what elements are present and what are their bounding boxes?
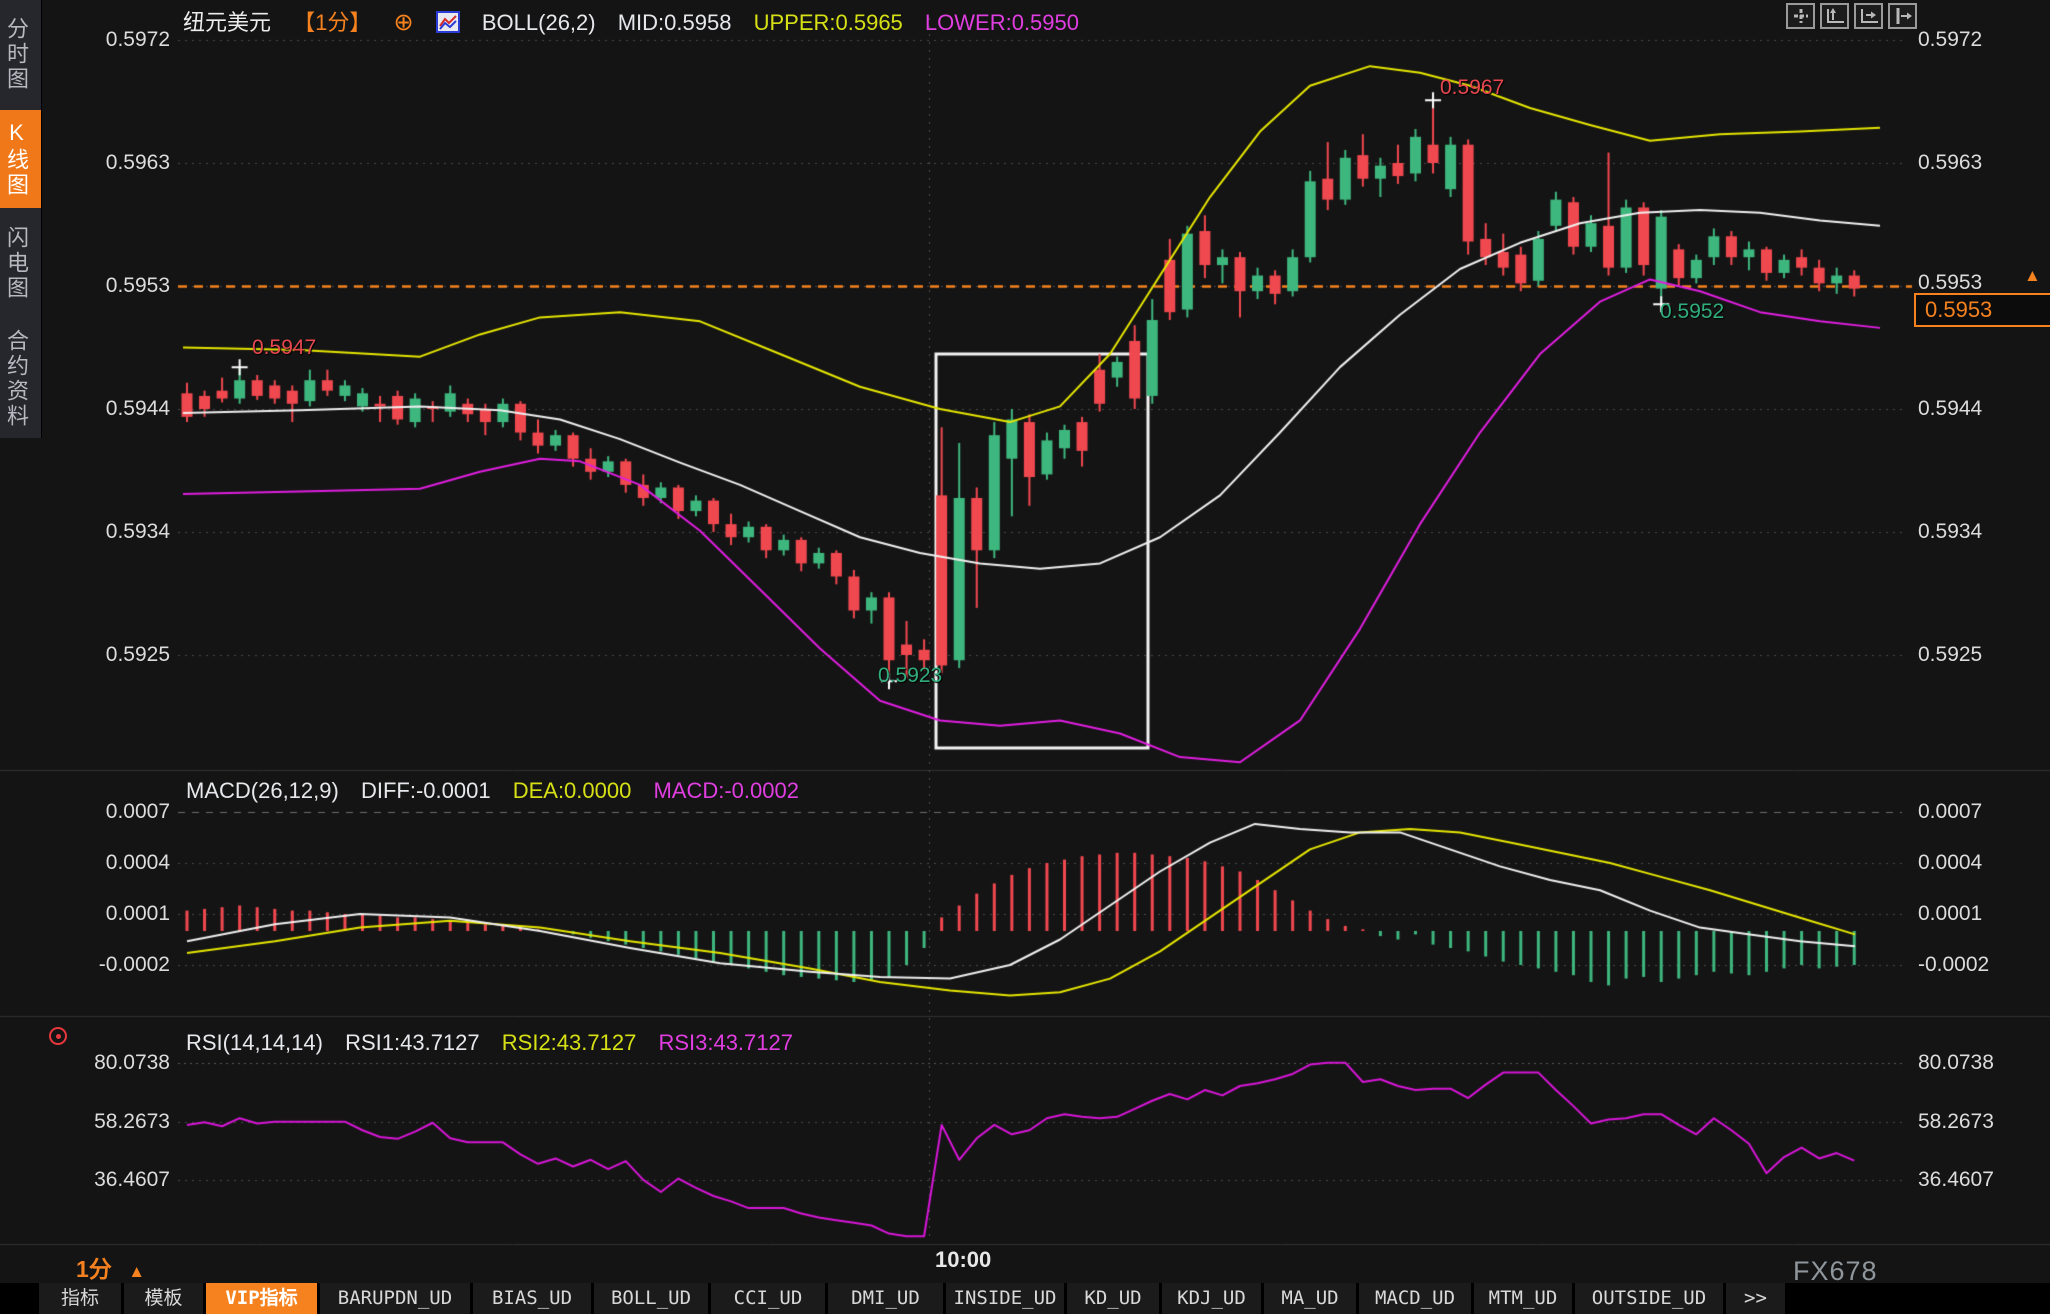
macd-axis-right-label: 0.0007 — [1918, 800, 1983, 823]
footer-period-label[interactable]: 1分 — [76, 1256, 112, 1282]
rsi-axis-left-label: 80.0738 — [94, 1051, 170, 1074]
boll-mid-value: MID:0.5958 — [617, 10, 732, 35]
macd-axis-left-label: 0.0001 — [105, 902, 170, 925]
time-axis-label: 10:00 — [935, 1247, 992, 1272]
boll-indicator-label: BOLL(26,2) — [481, 10, 596, 35]
tab-dmi-ud[interactable]: DMI_UD — [828, 1283, 943, 1314]
chart-canvas[interactable] — [0, 0, 2050, 1314]
main-axis-left-label: 0.5953 — [105, 274, 170, 297]
main-chart-header: 纽元美元 【1分】 ⊕ BOLL(26,2) MID:0.5958 UPPER:… — [183, 5, 1095, 39]
macd-diff-value: DIFF:-0.0001 — [360, 778, 491, 803]
macd-axis-left-label: 0.0007 — [105, 800, 170, 823]
tab--[interactable]: 模板 — [124, 1283, 203, 1314]
indicator-target-icon[interactable] — [49, 1027, 67, 1045]
rsi-axis-right-label: 58.2673 — [1918, 1110, 1994, 1133]
axis-play-icon[interactable] — [1854, 3, 1883, 29]
main-axis-left-label: 0.5963 — [105, 151, 170, 174]
tab-vip-[interactable]: VIP指标 — [206, 1283, 317, 1314]
macd-axis-left-label: 0.0004 — [105, 851, 170, 874]
price-extreme-label: 0.5923 — [878, 664, 943, 687]
sidebar-item-3[interactable]: 合约资料 — [0, 319, 41, 439]
macd-header: MACD(26,12,9) DIFF:-0.0001 DEA:0.0000 MA… — [186, 778, 815, 804]
main-axis-right-label: 0.5972 — [1918, 28, 1983, 51]
footer-period-arrow-icon[interactable]: ▲ — [128, 1262, 145, 1281]
symbol-name: 纽元美元 — [183, 10, 272, 35]
rsi-axis-right-label: 36.4607 — [1918, 1168, 1994, 1191]
boll-lower-value: LOWER:0.5950 — [924, 10, 1079, 35]
rsi-indicator-label: RSI(14,14,14) — [186, 1030, 323, 1055]
main-axis-left-label: 0.5925 — [105, 643, 170, 666]
price-up-arrow-icon: ▲ — [2024, 266, 2041, 285]
tab-inside-ud[interactable]: INSIDE_UD — [946, 1283, 1064, 1314]
footer-period-selector[interactable]: 1分 ▲ — [76, 1250, 145, 1284]
macd-axis-right-label: -0.0002 — [1918, 953, 1990, 976]
main-axis-left-label: 0.5972 — [105, 28, 170, 51]
rsi1-value: RSI1:43.7127 — [345, 1030, 480, 1055]
indicator-chart-icon[interactable] — [435, 11, 460, 39]
tab-boll-ud[interactable]: BOLL_UD — [594, 1283, 708, 1314]
tab-cci-ud[interactable]: CCI_UD — [711, 1283, 825, 1314]
current-price-tag: 0.5953 — [1914, 293, 2050, 327]
macd-axis-left-label: -0.0002 — [98, 953, 170, 976]
chart-toolbar — [1786, 3, 1917, 29]
rsi2-value: RSI2:43.7127 — [501, 1030, 637, 1055]
sidebar-item-1[interactable]: K线图 — [0, 110, 41, 208]
main-axis-left-label: 0.5934 — [105, 520, 170, 543]
boll-upper-value: UPPER:0.5965 — [753, 10, 903, 35]
tab-bias-ud[interactable]: BIAS_UD — [473, 1283, 591, 1314]
main-axis-right-label: 0.5963 — [1918, 151, 1983, 174]
tab--[interactable]: >> — [1726, 1283, 1785, 1314]
macd-macd-value: MACD:-0.0002 — [653, 778, 799, 803]
tab-barupdn-ud[interactable]: BARUPDN_UD — [320, 1283, 470, 1314]
main-axis-right-label: 0.5934 — [1918, 520, 1983, 543]
tab-ma-ud[interactable]: MA_UD — [1264, 1283, 1356, 1314]
axis-zoom-up-icon[interactable] — [1820, 3, 1849, 29]
price-extreme-label: 0.5947 — [252, 336, 317, 359]
macd-indicator-label: MACD(26,12,9) — [186, 778, 339, 803]
macd-axis-right-label: 0.0001 — [1918, 902, 1983, 925]
left-sidebar: 分时图 K线图闪电图合约资料 — [0, 0, 42, 438]
rsi-axis-left-label: 36.4607 — [94, 1168, 170, 1191]
tab-kdj-ud[interactable]: KDJ_UD — [1162, 1283, 1261, 1314]
tab--[interactable]: 指标 — [39, 1283, 121, 1314]
price-extreme-label: 0.5952 — [1660, 300, 1725, 323]
tab-outside-ud[interactable]: OUTSIDE_UD — [1575, 1283, 1723, 1314]
rsi-axis-left-label: 58.2673 — [94, 1110, 170, 1133]
tab-mtm-ud[interactable]: MTM_UD — [1474, 1283, 1572, 1314]
sidebar-item-2[interactable]: 闪电图 — [0, 216, 41, 311]
bottom-tab-bar: 指标 模板 VIP指标 BARUPDN_UD BIAS_UD BOLL_UD CCI_UD D… — [0, 1283, 2050, 1314]
rsi-axis-right-label: 80.0738 — [1918, 1051, 1994, 1074]
price-extreme-label: 0.5967 — [1440, 76, 1505, 99]
rsi-header: RSI(14,14,14) RSI1:43.7127 RSI2:43.7127 … — [186, 1030, 809, 1056]
rsi3-value: RSI3:43.7127 — [658, 1030, 793, 1055]
period-label[interactable]: 【1分】 — [293, 10, 371, 35]
trading-app-window: 分时图 K线图闪电图合约资料 纽元美元 【1分】 ⊕ BOLL(26,2) MID… — [0, 0, 2050, 1314]
macd-axis-right-label: 0.0004 — [1918, 851, 1983, 874]
tab-kd-ud[interactable]: KD_UD — [1067, 1283, 1159, 1314]
main-axis-right-label: 0.5925 — [1918, 643, 1983, 666]
circle-plus-icon[interactable]: ⊕ — [394, 9, 414, 36]
main-axis-right-label: 0.5944 — [1918, 397, 1983, 420]
shift-right-icon[interactable] — [1888, 3, 1917, 29]
macd-dea-value: DEA:0.0000 — [512, 778, 632, 803]
sidebar-item-0[interactable]: 分时图 — [0, 7, 41, 102]
main-axis-left-label: 0.5944 — [105, 397, 170, 420]
crosshair-icon[interactable] — [1786, 3, 1815, 29]
tab-macd-ud[interactable]: MACD_UD — [1359, 1283, 1471, 1314]
